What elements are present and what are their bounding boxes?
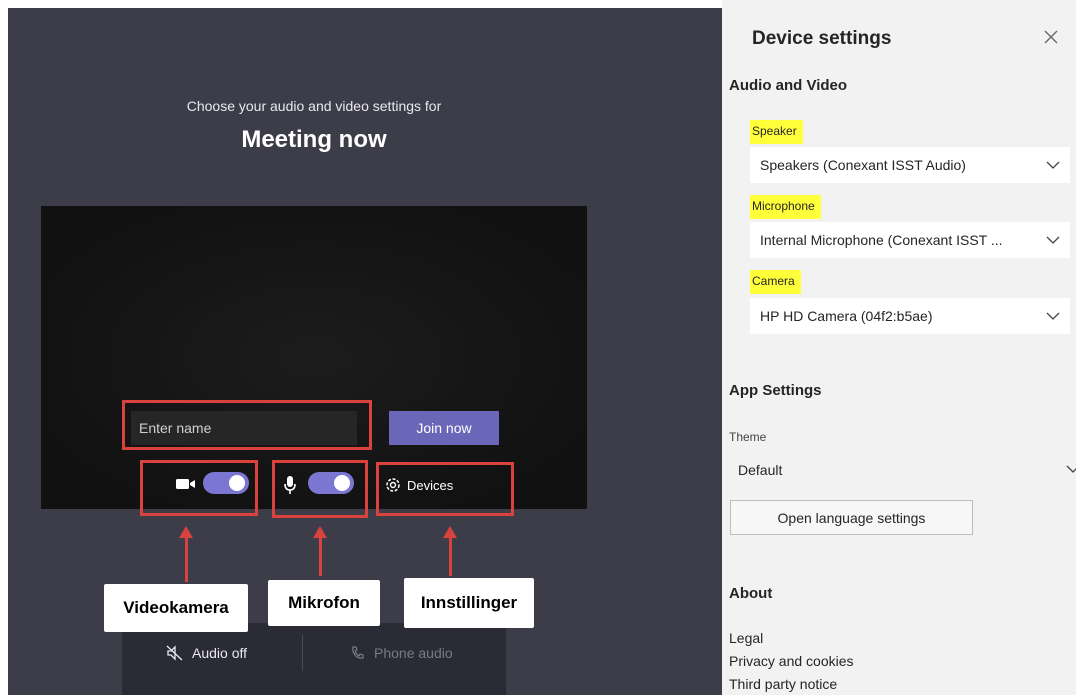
camera-label: Camera [750, 270, 801, 294]
device-settings-panel: Device settings Audio and Video Speaker … [722, 0, 1076, 695]
legal-link[interactable]: Legal [729, 630, 763, 646]
divider [302, 635, 303, 671]
microphone-label: Microphone [750, 195, 821, 219]
audio-video-heading: Audio and Video [729, 77, 848, 94]
close-icon[interactable] [1042, 28, 1060, 46]
callout-settings: Innstillinger [404, 578, 534, 628]
annotation-box-name [122, 400, 372, 450]
phone-audio-label: Phone audio [374, 645, 453, 661]
annotation-box-microphone [272, 460, 368, 518]
audio-off-option[interactable]: Audio off [166, 645, 247, 661]
about-heading: About [729, 585, 773, 602]
camera-select[interactable]: HP HD Camera (04f2:b5ae) [750, 298, 1070, 334]
chevron-down-icon [1046, 312, 1060, 320]
annotation-box-devices [376, 462, 514, 516]
prejoin-panel: Choose your audio and video settings for… [8, 8, 722, 695]
speaker-label: Speaker [750, 120, 803, 144]
speaker-select[interactable]: Speakers (Conexant ISST Audio) [750, 147, 1070, 183]
theme-label: Theme [729, 430, 767, 444]
third-party-notice-link[interactable]: Third party notice [729, 676, 837, 692]
prejoin-subtitle: Choose your audio and video settings for [186, 98, 442, 114]
phone-icon [352, 646, 364, 659]
chevron-down-icon[interactable] [1066, 462, 1076, 476]
join-now-button[interactable]: Join now [389, 411, 499, 445]
annotation-box-camera [140, 460, 258, 516]
chevron-down-icon [1046, 236, 1060, 244]
camera-value: HP HD Camera (04f2:b5ae) [760, 308, 933, 324]
device-settings-title: Device settings [752, 28, 892, 49]
annotation-arrow-camera [179, 526, 193, 582]
meeting-title: Meeting now [241, 126, 387, 153]
privacy-link[interactable]: Privacy and cookies [729, 653, 854, 669]
speaker-value: Speakers (Conexant ISST Audio) [760, 157, 966, 173]
app-settings-heading: App Settings [729, 382, 822, 399]
microphone-value: Internal Microphone (Conexant ISST ... [760, 232, 1003, 248]
microphone-select[interactable]: Internal Microphone (Conexant ISST ... [750, 222, 1070, 258]
open-language-settings-button[interactable]: Open language settings [730, 500, 973, 535]
annotation-arrow-microphone [313, 526, 327, 576]
chevron-down-icon [1046, 161, 1060, 169]
callout-camera: Videokamera [104, 584, 248, 632]
audio-off-label: Audio off [192, 645, 248, 661]
speaker-off-icon [166, 645, 183, 661]
audio-options-bar: Audio off Phone audio [122, 623, 506, 695]
annotation-arrow-settings [443, 526, 457, 576]
phone-audio-option[interactable]: Phone audio [350, 645, 453, 661]
callout-microphone: Mikrofon [268, 580, 380, 626]
theme-select[interactable]: Default [738, 462, 782, 478]
